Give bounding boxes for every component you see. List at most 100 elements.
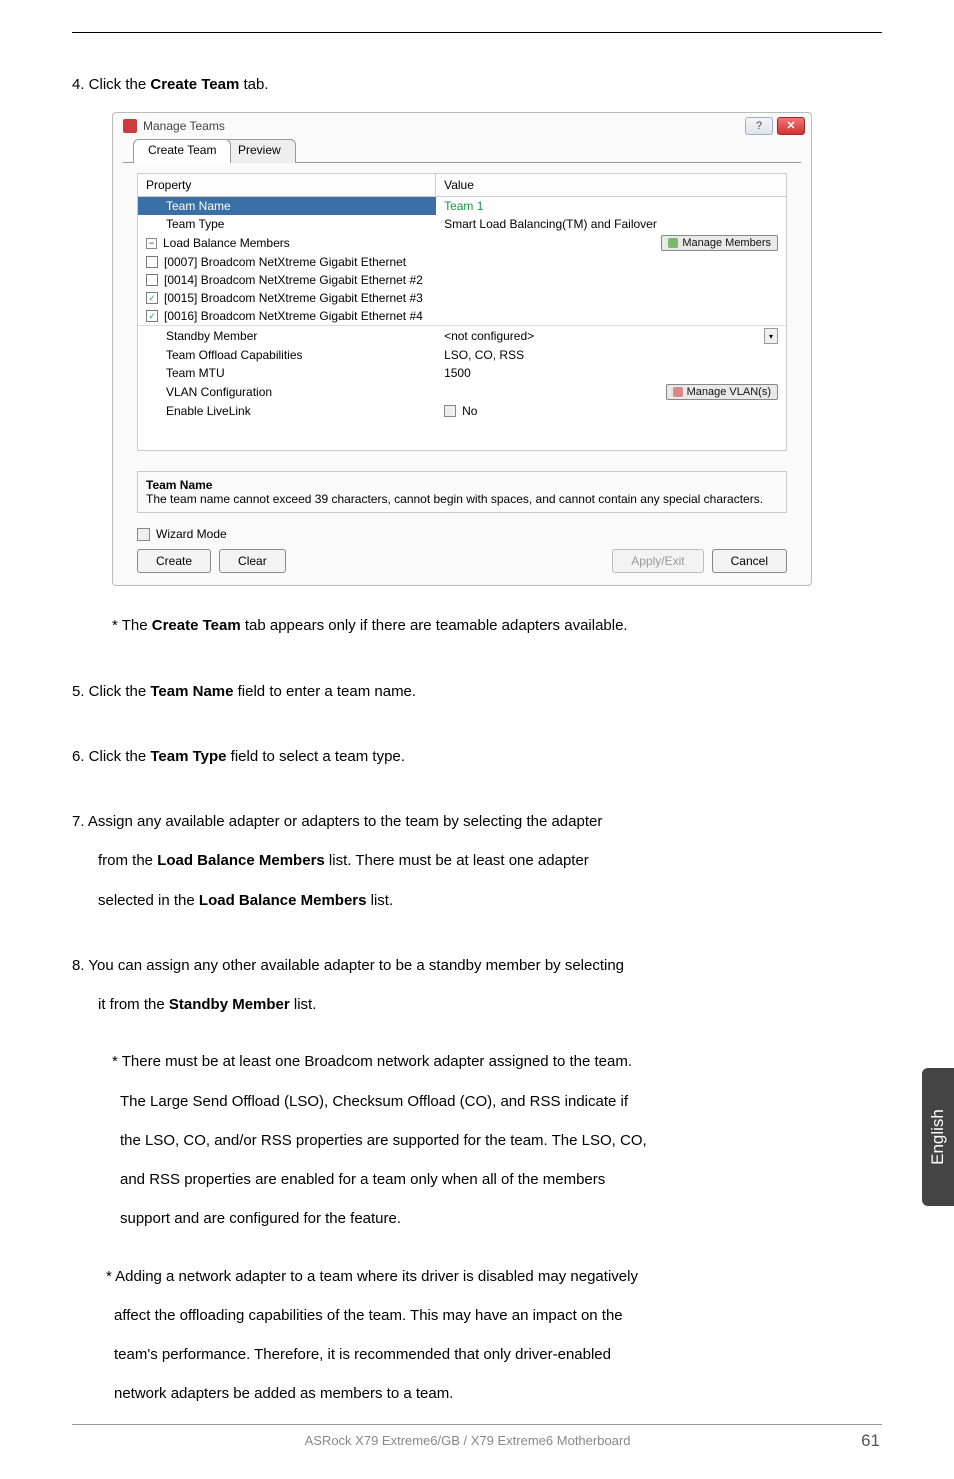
vlan-label: VLAN Configuration [166, 385, 272, 399]
t: list. There must be at least one adapter [325, 852, 589, 869]
t: 5. Click the [72, 683, 150, 700]
checkbox-icon[interactable] [146, 256, 158, 268]
chevron-down-icon[interactable]: ▾ [764, 328, 778, 344]
header-property: Property [138, 174, 436, 196]
note1-l2: The Large Send Offload (LSO), Checksum O… [120, 1090, 882, 1113]
apply-exit-button[interactable]: Apply/Exit [612, 549, 703, 573]
load-balance-label: Load Balance Members [163, 236, 290, 250]
t: list. [366, 892, 393, 909]
wizard-label: Wizard Mode [156, 527, 227, 541]
row-standby[interactable]: Standby Member <not configured> ▾ [138, 325, 786, 346]
note2-l2: affect the offloading capabilities of th… [114, 1304, 882, 1327]
close-icon: ✕ [786, 121, 795, 132]
t: from the [98, 852, 157, 869]
checkbox-icon[interactable] [146, 274, 158, 286]
note2-l4: network adapters be added as members to … [114, 1382, 882, 1405]
note1-l5: support and are configured for the featu… [120, 1207, 882, 1230]
offload-value: LSO, CO, RSS [444, 348, 524, 362]
t: field to enter a team name. [233, 683, 416, 700]
adapter-label: [0015] Broadcom NetXtreme Gigabit Ethern… [164, 291, 423, 305]
checkbox-icon[interactable] [146, 310, 158, 322]
adapter-label: [0007] Broadcom NetXtreme Gigabit Ethern… [164, 255, 406, 269]
note1-l1: * There must be at least one Broadcom ne… [112, 1050, 882, 1073]
step4-bold: Create Team [150, 76, 239, 93]
property-grid: Property Value Team Name Team 1 Team Typ… [137, 173, 787, 451]
t: selected in the [98, 892, 199, 909]
side-tab-label: English [928, 1109, 948, 1165]
tab-preview[interactable]: Preview [223, 139, 296, 163]
adapter-row-3[interactable]: [0016] Broadcom NetXtreme Gigabit Ethern… [138, 307, 786, 325]
row-livelink[interactable]: Enable LiveLink No [138, 402, 786, 420]
row-offload: Team Offload Capabilities LSO, CO, RSS [138, 346, 786, 364]
create-button[interactable]: Create [137, 549, 211, 573]
team-name-label: Team Name [166, 199, 231, 213]
livelink-checkbox[interactable] [444, 405, 456, 417]
close-button[interactable]: ✕ [777, 117, 805, 135]
tree-toggle-icon[interactable]: − [146, 238, 157, 249]
team-type-value: Smart Load Balancing(TM) and Failover [444, 217, 657, 231]
wizard-mode-row[interactable]: Wizard Mode [137, 527, 787, 541]
help-icon: ? [756, 120, 762, 132]
row-vlan[interactable]: VLAN Configuration Manage VLAN(s) [138, 382, 786, 402]
note-prefix: * The [112, 617, 152, 634]
t: field to select a team type. [227, 748, 405, 765]
footer-product: ASRock X79 Extreme6/GB / X79 Extreme6 Mo… [74, 1433, 861, 1448]
note-create-team-tab: * The Create Team tab appears only if th… [112, 614, 882, 637]
row-mtu[interactable]: Team MTU 1500 [138, 364, 786, 382]
header-value: Value [436, 174, 786, 196]
manage-members-button[interactable]: Manage Members [661, 235, 778, 251]
adapter-row-2[interactable]: [0015] Broadcom NetXtreme Gigabit Ethern… [138, 289, 786, 307]
standby-label: Standby Member [166, 329, 257, 343]
row-load-balance[interactable]: −Load Balance Members Manage Members [138, 233, 786, 253]
tab-create-team[interactable]: Create Team [133, 139, 231, 163]
adapter-row-1[interactable]: [0014] Broadcom NetXtreme Gigabit Ethern… [138, 271, 786, 289]
t: 6. Click the [72, 748, 150, 765]
team-type-label: Team Type [166, 217, 224, 231]
cancel-button[interactable]: Cancel [712, 549, 787, 573]
note1-l3: the LSO, CO, and/or RSS properties are s… [120, 1129, 882, 1152]
step-7-line1: 7. Assign any available adapter or adapt… [72, 810, 882, 833]
standby-value: <not configured> [444, 329, 534, 343]
offload-label: Team Offload Capabilities [166, 348, 303, 362]
wizard-checkbox[interactable] [137, 528, 150, 541]
step-6: 6. Click the Team Type field to select a… [72, 745, 882, 768]
clear-button[interactable]: Clear [219, 549, 286, 573]
description-box: Team Name The team name cannot exceed 39… [137, 471, 787, 513]
step-8-line2: it from the Standby Member list. [98, 993, 882, 1016]
livelink-value: No [462, 404, 477, 418]
b: Load Balance Members [199, 892, 367, 909]
vlan-icon [673, 387, 683, 397]
note2-l1: * Adding a network adapter to a team whe… [106, 1265, 882, 1288]
note-suffix: tab appears only if there are teamable a… [241, 617, 628, 634]
desc-text: The team name cannot exceed 39 character… [146, 492, 778, 506]
manage-members-label: Manage Members [682, 237, 771, 249]
checkbox-icon[interactable] [146, 292, 158, 304]
help-button[interactable]: ? [745, 117, 773, 135]
step-8-line1: 8. You can assign any other available ad… [72, 954, 882, 977]
grid-header: Property Value [138, 174, 786, 197]
manage-teams-dialog: Manage Teams ? ✕ Create Team Preview Pro… [112, 112, 812, 586]
step-7-line2: from the Load Balance Members list. Ther… [98, 849, 882, 872]
desc-header: Team Name [146, 478, 778, 492]
adapter-label: [0014] Broadcom NetXtreme Gigabit Ethern… [164, 273, 423, 287]
manage-vlans-label: Manage VLAN(s) [687, 386, 771, 398]
adapter-row-0[interactable]: [0007] Broadcom NetXtreme Gigabit Ethern… [138, 253, 786, 271]
top-rule [72, 32, 882, 33]
dialog-title: Manage Teams [143, 119, 225, 133]
manage-vlans-button[interactable]: Manage VLAN(s) [666, 384, 778, 400]
tabs-row: Create Team Preview [123, 139, 801, 163]
adapter-label: [0016] Broadcom NetXtreme Gigabit Ethern… [164, 309, 423, 323]
mtu-label: Team MTU [166, 366, 225, 380]
button-row: Create Clear Apply/Exit Cancel [137, 549, 787, 573]
footer: ASRock X79 Extreme6/GB / X79 Extreme6 Mo… [72, 1425, 882, 1451]
row-team-type[interactable]: Team Type Smart Load Balancing(TM) and F… [138, 215, 786, 233]
step4-prefix: 4. Click the [72, 76, 150, 93]
row-team-name[interactable]: Team Name Team 1 [138, 197, 786, 215]
language-side-tab: English [922, 1068, 954, 1206]
b: Standby Member [169, 996, 290, 1013]
step-4: 4. Click the Create Team tab. [72, 73, 882, 96]
note2-l3: team's performance. Therefore, it is rec… [114, 1343, 882, 1366]
t: it from the [98, 996, 169, 1013]
step4-suffix: tab. [239, 76, 268, 93]
team-name-value: Team 1 [444, 199, 483, 213]
